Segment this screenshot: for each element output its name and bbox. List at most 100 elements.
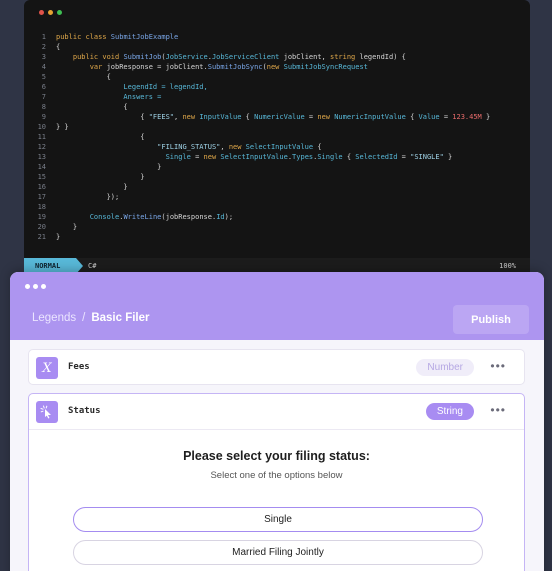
more-options-icon[interactable]: •••	[490, 403, 506, 417]
publish-button[interactable]: Publish	[453, 305, 529, 334]
code-line: 12 "FILING_STATUS", new SelectInputValue…	[24, 142, 490, 152]
code-line: 18	[24, 202, 490, 212]
code-token: SubmitJobSync	[207, 63, 263, 71]
field-type-badge[interactable]: Number	[416, 359, 474, 376]
code-line: 4 var jobResponse = jobClient.SubmitJobS…	[24, 62, 490, 72]
code-token: {	[313, 143, 322, 151]
field-card-status: Status String ••• Please select your fil…	[28, 393, 525, 571]
code-token: SubmitJobSyncRequest	[283, 63, 368, 71]
window-controls	[39, 10, 62, 15]
code-line: 16 }	[24, 182, 490, 192]
code-line: 2{	[24, 42, 490, 52]
code-token: Id	[216, 213, 225, 221]
code-line: 5 {	[24, 72, 490, 82]
line-number: 7	[41, 93, 46, 101]
code-line: 19 Console.WriteLine(jobResponse.Id);	[24, 212, 490, 222]
field-row-fees[interactable]: 𝑋 Fees Number •••	[28, 349, 525, 385]
code-line: 14 }	[24, 162, 490, 172]
code-token: jobClient,	[279, 53, 330, 61]
code-line: 9 { "FEES", new InputValue { NumericValu…	[24, 112, 490, 122]
cursor-click-svg	[40, 405, 51, 419]
code-token: ,	[220, 143, 229, 151]
code-line: 17 });	[24, 192, 490, 202]
question-subtitle: Select one of the options below	[210, 470, 343, 481]
minimize-window-dot[interactable]	[48, 10, 53, 15]
code-token: {	[56, 43, 61, 51]
question-title: Please select your filing status:	[183, 449, 370, 463]
variable-x-glyph: 𝑋	[42, 360, 52, 376]
code-line: 11 {	[24, 132, 490, 142]
code-token: Types	[292, 153, 314, 161]
code-token: jobResponse = jobClient.	[106, 63, 208, 71]
code-token: "FEES"	[148, 113, 175, 121]
legend-builder-window: Legends / Basic Filer Publish 𝑋 Fees Numbe…	[10, 272, 544, 571]
code-token: =	[439, 113, 453, 121]
close-window-dot[interactable]	[39, 10, 44, 15]
code-token: } }	[56, 123, 69, 131]
code-line: 15 }	[24, 172, 490, 182]
code-token: legendId) {	[355, 53, 406, 61]
line-number: 6	[41, 83, 46, 91]
window-dot[interactable]	[25, 284, 30, 289]
code-token: }	[443, 153, 453, 161]
window-dot[interactable]	[41, 284, 46, 289]
code-token: }	[56, 183, 128, 191]
breadcrumb-current: Basic Filer	[91, 312, 150, 324]
code-token: JobService	[165, 53, 208, 61]
code-token: (jobResponse.	[161, 213, 217, 221]
variable-x-icon: 𝑋	[36, 357, 58, 379]
code-token: {	[56, 133, 145, 141]
code-token: {	[56, 113, 149, 121]
maximize-window-dot[interactable]	[57, 10, 62, 15]
option-single[interactable]: Single	[73, 507, 483, 532]
code-token: }	[56, 223, 78, 231]
code-line: 21}	[24, 232, 490, 242]
code-token: {	[405, 113, 419, 121]
code-token: "FILING_STATUS"	[157, 143, 221, 151]
code-token: );	[224, 213, 234, 221]
line-number: 2	[41, 43, 46, 51]
line-number: 3	[41, 53, 46, 61]
field-row-status[interactable]: Status String •••	[29, 394, 524, 430]
line-number: 12	[37, 143, 46, 151]
app-header: Legends / Basic Filer Publish	[10, 272, 544, 340]
code-line: 20 }	[24, 222, 490, 232]
line-number: 17	[37, 193, 46, 201]
breadcrumb: Legends / Basic Filer	[32, 312, 150, 324]
field-type-badge[interactable]: String	[425, 403, 474, 420]
code-token: SubmitJobExample	[110, 33, 179, 41]
breadcrumb-legends-link[interactable]: Legends	[32, 312, 76, 324]
code-line: 7 Answers =	[24, 92, 490, 102]
line-number: 16	[37, 183, 46, 191]
line-number: 14	[37, 163, 46, 171]
line-number: 9	[41, 113, 46, 121]
code-token: }	[56, 173, 145, 181]
code-line: 1 public class SubmitJobExample	[24, 32, 490, 42]
code-token: string	[329, 53, 356, 61]
line-number: 21	[37, 233, 46, 241]
line-number: 1	[41, 33, 46, 41]
option-married-filing-jointly[interactable]: Married Filing Jointly	[73, 540, 483, 565]
line-number: 18	[37, 203, 46, 211]
code-token: }	[56, 163, 162, 171]
code-token: var	[56, 63, 107, 71]
code-token: InputValue	[199, 113, 242, 121]
code-token: new	[317, 113, 335, 121]
code-token: new	[203, 153, 221, 161]
code-listing[interactable]: 1 public class SubmitJobExample 2{3 public…	[24, 32, 491, 242]
code-line: 6 LegendId = legendId,	[24, 82, 490, 92]
code-token: public void	[56, 53, 124, 61]
line-number: 8	[41, 103, 46, 111]
window-dot[interactable]	[33, 284, 38, 289]
code-token: {	[241, 113, 255, 121]
code-token: });	[56, 193, 120, 201]
code-token: }	[481, 113, 491, 121]
more-options-icon[interactable]: •••	[490, 359, 506, 373]
code-token: NumericValue	[254, 113, 305, 121]
code-token: =	[190, 153, 204, 161]
code-token: LegendId = legendId,	[56, 83, 208, 91]
code-token: "SINGLE"	[410, 153, 444, 161]
code-editor-window: 1 public class SubmitJobExample 2{3 public…	[24, 0, 530, 275]
